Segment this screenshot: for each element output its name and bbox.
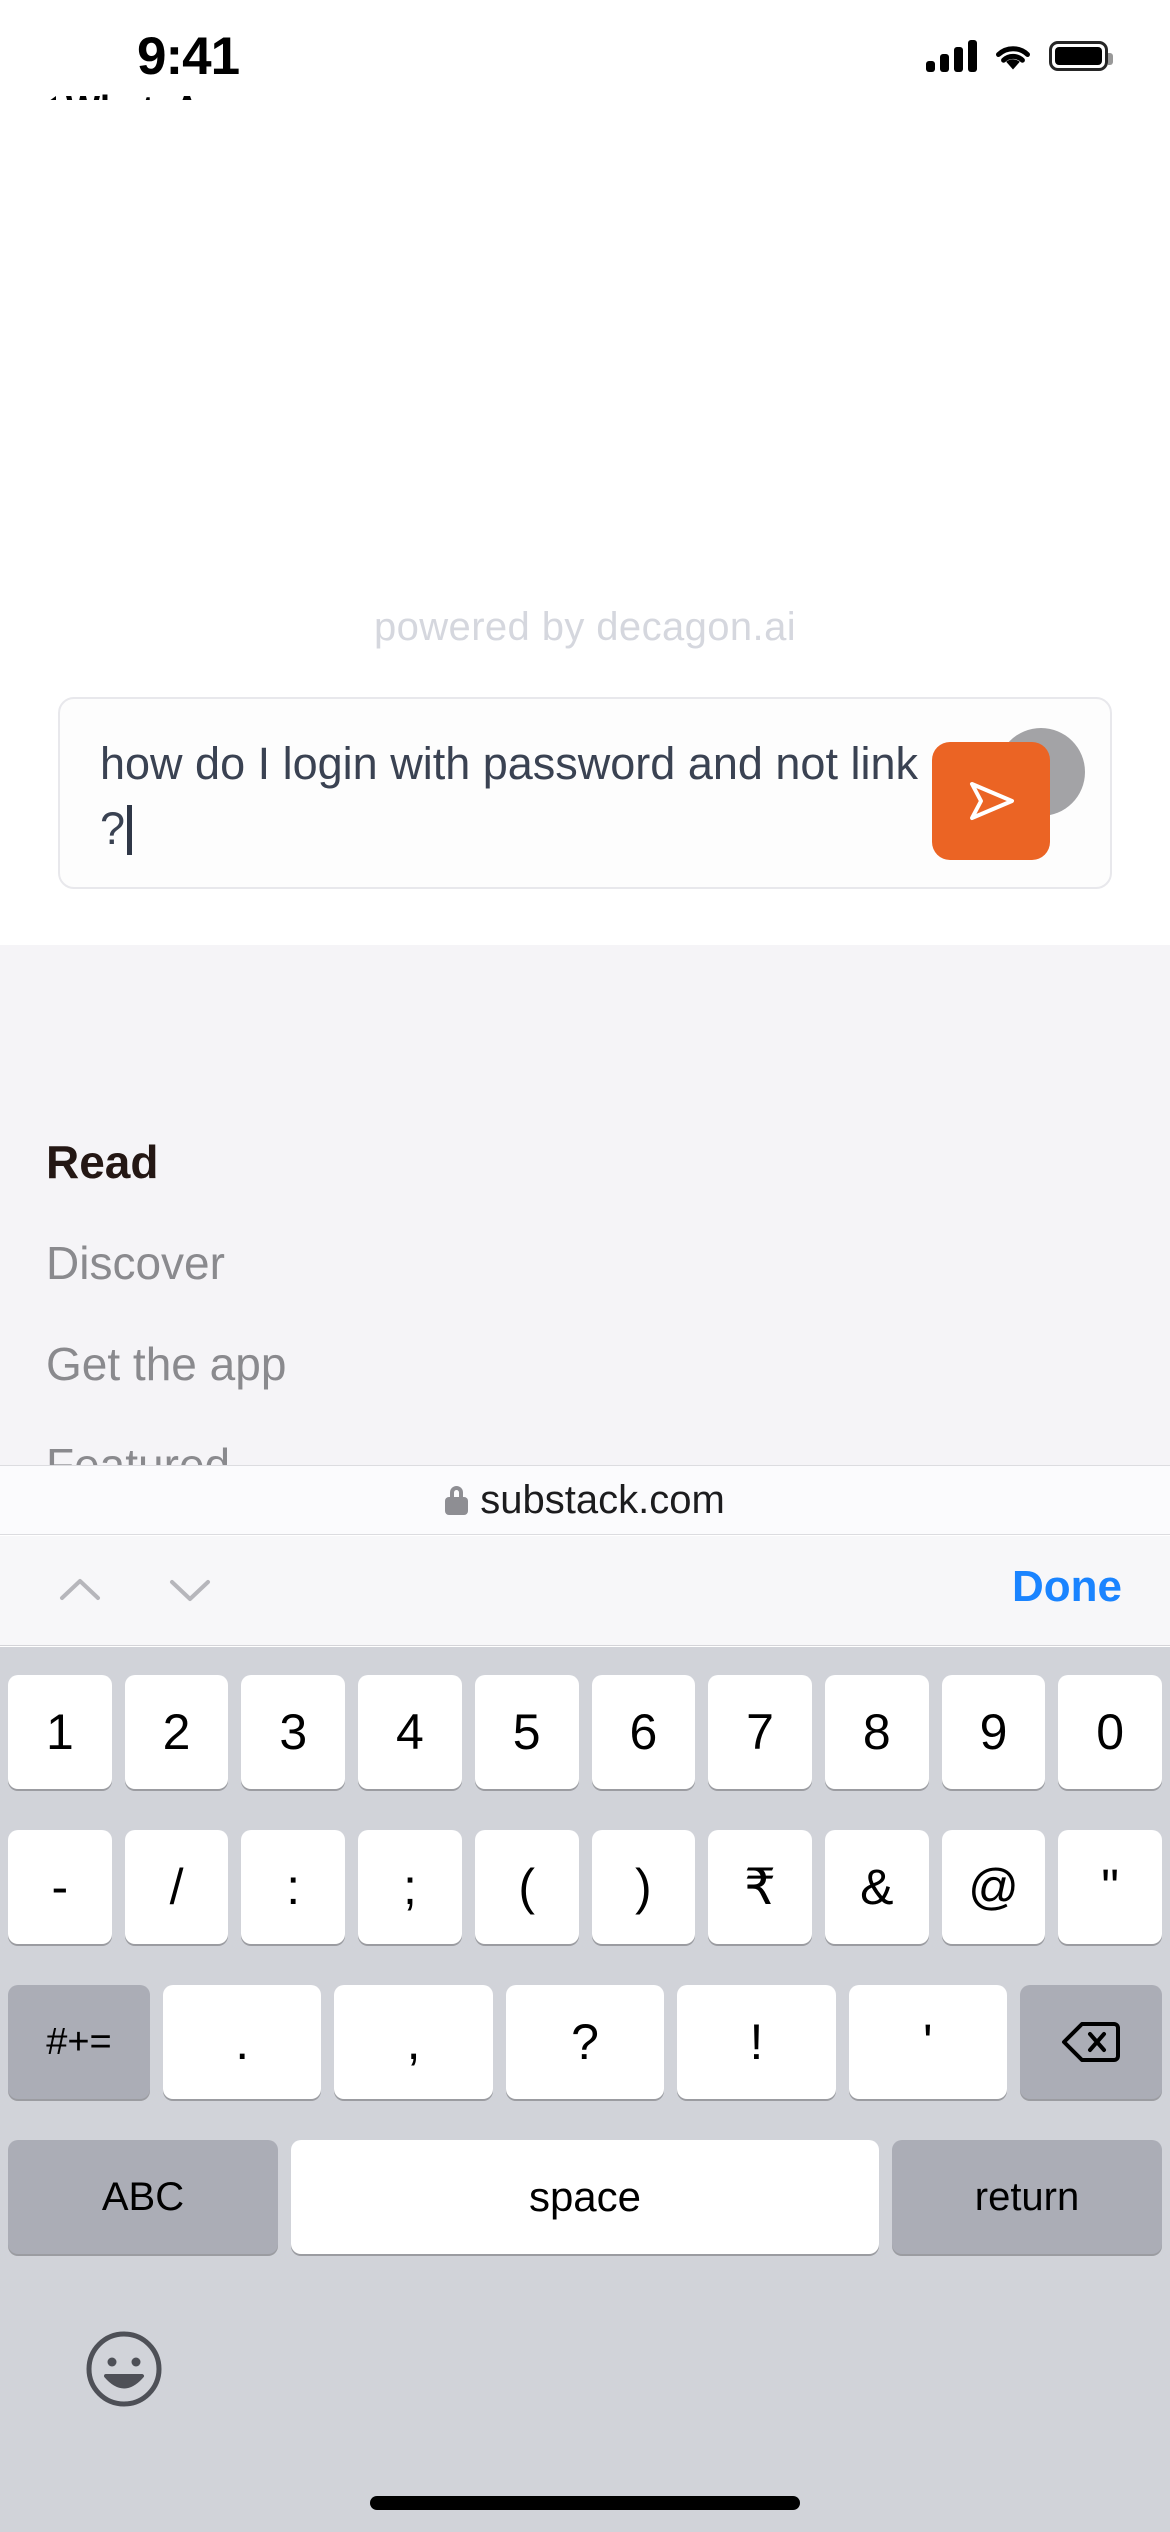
key-5[interactable]: 5 [474, 1675, 579, 1789]
key-0[interactable]: 0 [1058, 1675, 1163, 1789]
form-previous-field-button[interactable] [50, 1570, 110, 1610]
composer-input[interactable]: how do I login with password and not lin… [100, 731, 930, 861]
backspace-icon [1062, 2022, 1121, 2062]
key-8[interactable]: 8 [824, 1675, 929, 1789]
cellular-signal-icon [926, 40, 977, 72]
key-emoji[interactable] [82, 2327, 166, 2411]
nav-item-read[interactable]: Read [46, 1112, 846, 1213]
key-comma[interactable]: , [334, 1985, 493, 2099]
key-space[interactable]: space [291, 2140, 879, 2254]
key-apostrophe[interactable]: ' [848, 1985, 1008, 2099]
key-quote-double[interactable]: " [1058, 1830, 1163, 1944]
key-1[interactable]: 1 [8, 1675, 112, 1789]
status-bar-time: 9:41 [137, 27, 240, 86]
wifi-icon [992, 40, 1034, 72]
key-hyphen[interactable]: - [8, 1830, 112, 1944]
nav-item-get-the-app[interactable]: Get the app [46, 1314, 846, 1415]
lock-icon [445, 1485, 469, 1515]
key-backspace[interactable] [1020, 1985, 1163, 2099]
chevron-up-icon [60, 1579, 100, 1600]
status-bar-icons [926, 40, 1113, 72]
battery-icon [1049, 41, 1113, 71]
key-question[interactable]: ? [505, 1985, 665, 2099]
emoji-smiley-icon [86, 2331, 162, 2407]
send-icon [970, 782, 1014, 820]
text-caret [127, 805, 133, 855]
keyboard-row-punctuation: #+= . , ? ! ' [0, 1985, 1170, 2099]
safari-url-bar[interactable]: substack.com [0, 1465, 1170, 1535]
key-2[interactable]: 2 [124, 1675, 229, 1789]
key-exclamation[interactable]: ! [677, 1985, 836, 2099]
site-nav-list: Read Discover Get the app Featured [46, 1112, 846, 1516]
keyboard-done-button[interactable]: Done [1012, 1562, 1122, 1612]
key-7[interactable]: 7 [708, 1675, 812, 1789]
form-next-field-button[interactable] [160, 1570, 220, 1610]
key-abc[interactable]: ABC [8, 2140, 278, 2254]
home-indicator [370, 2496, 800, 2510]
key-period[interactable]: . [163, 1985, 322, 2099]
iphone-screen: 9:41 WhatsApp powered by decagon.ai how … [0, 0, 1170, 2532]
key-6[interactable]: 6 [591, 1675, 696, 1789]
keyboard-row-numbers: 1 2 3 4 5 6 7 8 9 0 [0, 1675, 1170, 1789]
url-domain-label: substack.com [480, 1477, 725, 1522]
keyboard-row-bottom: ABC space return [0, 2140, 1170, 2254]
chat-composer[interactable]: how do I login with password and not lin… [58, 697, 1112, 889]
key-4[interactable]: 4 [358, 1675, 462, 1789]
key-return[interactable]: return [892, 2140, 1162, 2254]
key-3[interactable]: 3 [241, 1675, 346, 1789]
key-ampersand[interactable]: & [824, 1830, 929, 1944]
key-slash[interactable]: / [124, 1830, 229, 1944]
key-at[interactable]: @ [941, 1830, 1046, 1944]
chevron-down-icon [170, 1580, 210, 1601]
powered-by-label: powered by decagon.ai [373, 605, 797, 649]
key-paren-close[interactable]: ) [591, 1830, 696, 1944]
key-9[interactable]: 9 [941, 1675, 1046, 1789]
keyboard-accessory-bar: Done [0, 1536, 1170, 1646]
key-colon[interactable]: : [241, 1830, 346, 1944]
web-page-content: powered by decagon.ai how do I login wit… [0, 100, 1170, 945]
key-semicolon[interactable]: ; [358, 1830, 462, 1944]
nav-item-discover[interactable]: Discover [46, 1213, 846, 1314]
web-page-nav-section: Read Discover Get the app Featured [0, 945, 1170, 1491]
status-bar: 9:41 [0, 0, 1170, 100]
key-rupee[interactable]: ₹ [708, 1830, 812, 1944]
ios-keyboard: 1 2 3 4 5 6 7 8 9 0 - / : ; ( ) ₹ & @ " … [0, 1647, 1170, 2532]
key-paren-open[interactable]: ( [474, 1830, 579, 1944]
keyboard-row-symbols: - / : ; ( ) ₹ & @ " [0, 1830, 1170, 1944]
composer-value: how do I login with password and not lin… [100, 738, 931, 854]
send-button[interactable] [932, 742, 1050, 860]
key-more-symbols[interactable]: #+= [8, 1985, 150, 2099]
